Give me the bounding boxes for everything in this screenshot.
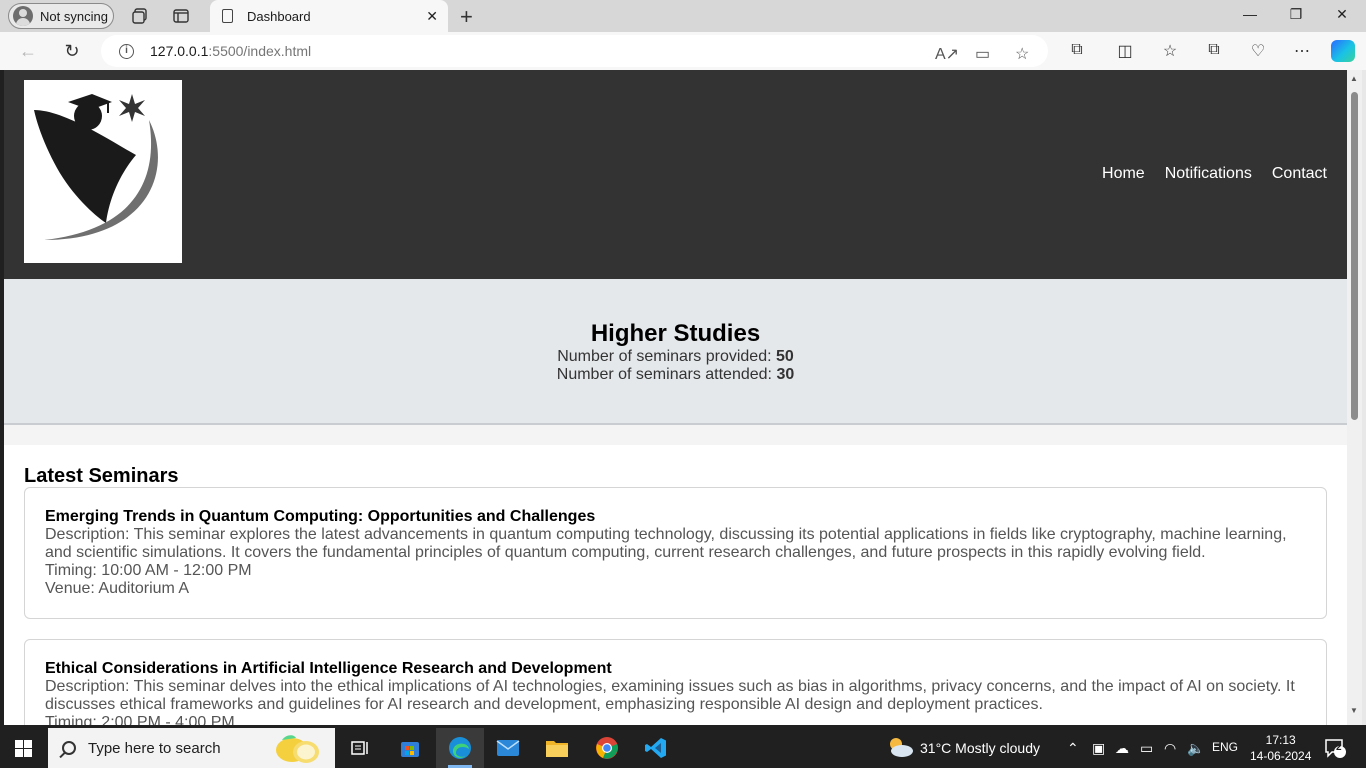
search-placeholder: Type here to search xyxy=(88,739,221,757)
search-icon xyxy=(62,741,76,755)
seminar-description: Description: This seminar explores the l… xyxy=(45,526,1287,561)
clock-date: 14-06-2024 xyxy=(1250,749,1312,763)
edge-browser-icon[interactable] xyxy=(436,728,484,768)
vertical-tabs-icon[interactable] xyxy=(171,6,191,26)
page-viewport: Home Notifications Contact Higher Studie… xyxy=(4,70,1347,725)
scroll-thumb[interactable] xyxy=(1351,92,1358,420)
seminar-card: Ethical Considerations in Artificial Int… xyxy=(24,639,1327,725)
seminars-attended-stat: Number of seminars attended: 30 xyxy=(4,366,1347,384)
url-path: :5500/index.html xyxy=(208,43,312,59)
refresh-icon[interactable]: ↻ xyxy=(61,41,83,62)
profile-button[interactable]: Not syncing xyxy=(8,3,114,29)
browser-tab-bar: Not syncing Dashboard ✕ + — ❐ ✕ xyxy=(0,0,1366,32)
vscode-icon[interactable] xyxy=(632,728,680,768)
favorite-star-icon[interactable]: ☆ xyxy=(1015,44,1029,64)
seminars-provided-label: Number of seminars provided: xyxy=(557,348,772,365)
volume-icon[interactable]: 🔈 xyxy=(1187,740,1204,757)
site-header: Home Notifications Contact xyxy=(4,70,1347,279)
url-host: 127.0.0.1 xyxy=(150,43,209,59)
battery-icon[interactable]: ▭ xyxy=(1140,740,1153,757)
nav-notifications-link[interactable]: Notifications xyxy=(1165,165,1252,183)
nav-home-link[interactable]: Home xyxy=(1102,165,1145,183)
seminars-provided-value: 50 xyxy=(775,348,794,365)
favorites-icon[interactable]: ☆ xyxy=(1160,41,1180,61)
show-hidden-icons-chevron-icon[interactable]: ⌃ xyxy=(1067,740,1079,757)
seminars-provided-stat: Number of seminars provided: 50 xyxy=(4,348,1347,366)
seminar-timing: Timing: 10:00 AM - 12:00 PM xyxy=(45,562,252,579)
clock-time: 17:13 xyxy=(1265,733,1296,747)
immersive-reader-icon[interactable]: ▭ xyxy=(975,44,990,64)
mail-icon[interactable] xyxy=(484,728,532,768)
workspaces-icon[interactable] xyxy=(130,6,150,26)
meet-now-icon[interactable]: ▣ xyxy=(1092,740,1105,757)
stats-section: Higher Studies Number of seminars provid… xyxy=(4,279,1347,425)
page-title: Higher Studies xyxy=(590,320,761,347)
wifi-icon[interactable]: ◠ xyxy=(1164,740,1176,757)
page-scrollbar[interactable]: ▲ ▼ xyxy=(1347,70,1362,725)
weather-text[interactable]: 31°C Mostly cloudy xyxy=(920,740,1040,756)
seminar-title: Ethical Considerations in Artificial Int… xyxy=(45,660,612,677)
site-nav: Home Notifications Contact xyxy=(1102,165,1327,183)
site-info-icon[interactable]: i xyxy=(119,43,134,59)
settings-more-icon[interactable]: ⋯ xyxy=(1292,41,1312,61)
seminar-title: Emerging Trends in Quantum Computing: Op… xyxy=(45,508,596,525)
language-indicator[interactable]: ENG xyxy=(1212,740,1238,754)
chrome-icon[interactable] xyxy=(583,728,631,768)
notification-count: 2 xyxy=(1336,742,1342,753)
seminar-description: Description: This seminar delves into th… xyxy=(45,678,1295,713)
site-logo[interactable] xyxy=(24,80,182,263)
page-icon xyxy=(222,9,233,23)
onedrive-cloud-icon[interactable]: ☁ xyxy=(1115,740,1129,757)
tab-title: Dashboard xyxy=(247,8,311,24)
scroll-down-icon[interactable]: ▼ xyxy=(1350,706,1358,715)
minimize-button[interactable]: — xyxy=(1240,6,1260,22)
close-window-button[interactable]: ✕ xyxy=(1332,6,1352,23)
close-tab-icon[interactable]: ✕ xyxy=(426,8,438,25)
file-explorer-icon[interactable] xyxy=(533,728,581,768)
seminars-attended-value: 30 xyxy=(776,366,795,383)
task-view-icon[interactable] xyxy=(336,728,384,768)
address-bar[interactable]: i 127.0.0.1:5500/index.html A↗ ▭ ☆ xyxy=(101,35,1048,67)
extensions-icon[interactable]: ⧉ xyxy=(1067,41,1087,59)
split-screen-icon[interactable]: ◫ xyxy=(1115,41,1135,61)
new-tab-button[interactable]: + xyxy=(460,4,473,30)
restore-button[interactable]: ❐ xyxy=(1286,6,1306,23)
read-aloud-icon[interactable]: A↗ xyxy=(935,44,959,64)
seminar-timing: Timing: 2:00 PM - 4:00 PM xyxy=(45,714,235,725)
seminars-attended-label: Number of seminars attended: xyxy=(556,366,772,383)
nav-contact-link[interactable]: Contact xyxy=(1272,165,1327,183)
seminar-card: Emerging Trends in Quantum Computing: Op… xyxy=(24,487,1327,619)
notification-center-icon[interactable]: 2 xyxy=(1324,738,1346,761)
windows-taskbar: Type here to search 31°C Mostly cloudy ⌃… xyxy=(0,728,1366,768)
back-icon[interactable]: ← xyxy=(17,41,39,62)
lemon-search-highlight-icon[interactable] xyxy=(270,732,322,764)
copilot-icon[interactable] xyxy=(1331,40,1355,62)
taskbar-clock[interactable]: 17:13 14-06-2024 xyxy=(1250,732,1311,764)
seminar-venue: Venue: Auditorium A xyxy=(45,580,190,597)
microsoft-store-icon[interactable] xyxy=(386,728,434,768)
tab-dashboard[interactable]: Dashboard ✕ xyxy=(210,0,448,32)
collections-icon[interactable]: ⧉ xyxy=(1204,41,1224,59)
window-frame xyxy=(1362,70,1366,725)
profile-label: Not syncing xyxy=(40,8,108,24)
scroll-up-icon[interactable]: ▲ xyxy=(1350,74,1358,83)
profile-avatar-icon xyxy=(13,6,33,26)
weather-cloud-icon[interactable] xyxy=(886,736,914,761)
windows-start-icon[interactable] xyxy=(15,740,32,757)
latest-seminars-section: Latest Seminars Emerging Trends in Quant… xyxy=(4,445,1347,725)
latest-seminars-heading: Latest Seminars xyxy=(24,465,179,487)
browser-essentials-icon[interactable]: ♡ xyxy=(1248,41,1268,61)
